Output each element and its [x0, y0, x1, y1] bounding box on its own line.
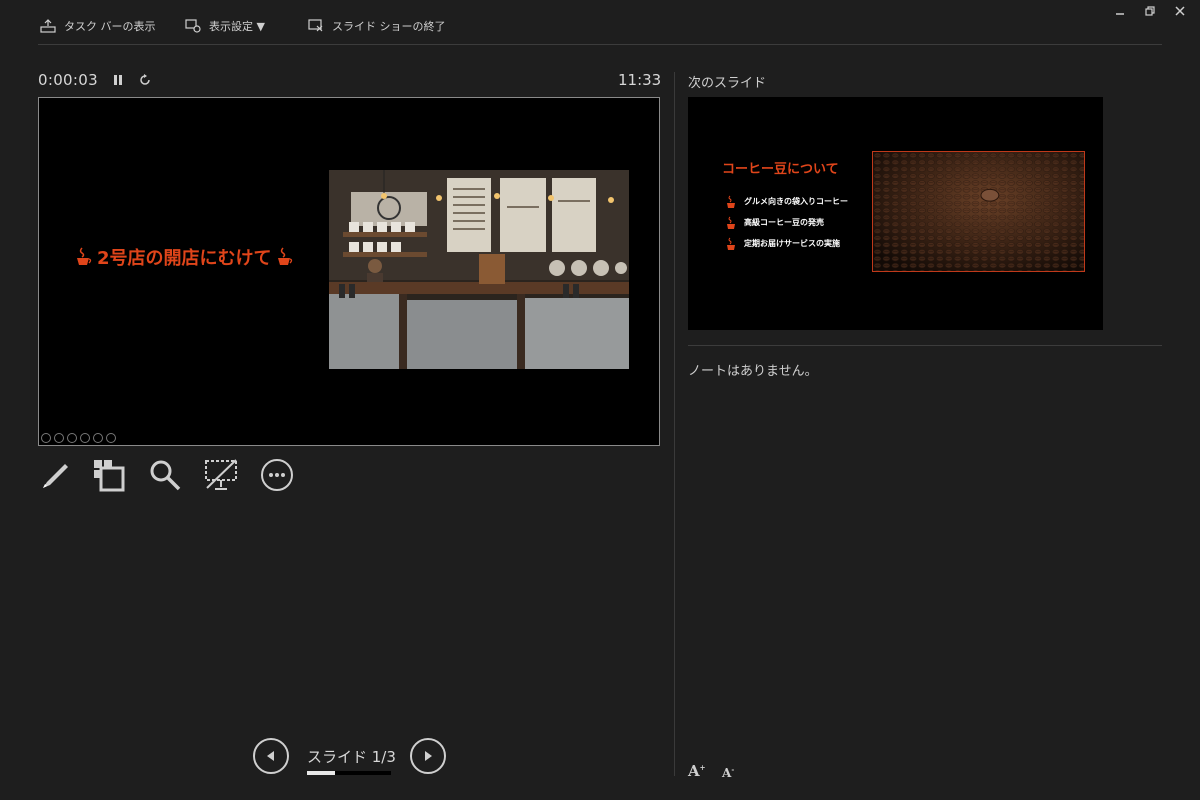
previous-slide-button[interactable]: [253, 738, 289, 774]
show-taskbar-button[interactable]: タスク バーの表示: [40, 14, 156, 38]
current-slide-title-row: 2号店の開店にむけて: [75, 244, 311, 270]
mini-pen-icon[interactable]: [67, 433, 77, 443]
pen-icon[interactable]: [38, 458, 72, 492]
slide-counter[interactable]: スライド 1/3: [307, 746, 396, 767]
pause-icon[interactable]: [111, 72, 125, 88]
cafe-interior-photo: [329, 170, 629, 369]
display-settings-label: 表示設定 ▼: [209, 20, 265, 33]
slide-progress-bar: [307, 771, 391, 775]
more-icon[interactable]: [260, 458, 294, 492]
next-slide-title: コーヒー豆について: [722, 162, 839, 177]
coffee-beans-photo: [872, 151, 1085, 272]
mini-slide-controls[interactable]: [41, 433, 116, 443]
decrease-font-icon[interactable]: A-: [722, 765, 734, 780]
taskbar-icon: [40, 19, 56, 33]
coffee-cup-icon: [77, 247, 92, 265]
end-slideshow-button[interactable]: スライド ショーの終了: [308, 14, 446, 38]
triangle-left-icon: [267, 751, 274, 761]
mini-prev-icon[interactable]: [41, 433, 51, 443]
list-item: 定期お届けサービスの実施: [726, 233, 848, 254]
next-slide-button[interactable]: [410, 738, 446, 774]
speaker-notes[interactable]: ノートはありません。: [688, 360, 818, 379]
list-item: 高級コーヒー豆の発売: [726, 212, 848, 233]
current-slide-title: 2号店の開店にむけて: [97, 248, 272, 269]
close-icon[interactable]: [1171, 4, 1189, 18]
minimize-icon[interactable]: [1111, 4, 1129, 18]
mini-more-icon[interactable]: [106, 433, 116, 443]
restart-timer-icon[interactable]: [138, 72, 152, 88]
next-slide-bullets: グルメ向きの袋入りコーヒー 高級コーヒー豆の発売 定期お届けサービスの実施: [726, 191, 848, 254]
slide-progress-fill: [307, 771, 335, 775]
restore-icon[interactable]: [1141, 4, 1159, 18]
next-slide-preview[interactable]: コーヒー豆について グルメ向きの袋入りコーヒー 高級コーヒー豆の発売 定期お届け…: [688, 97, 1103, 330]
end-slideshow-icon: [308, 19, 323, 32]
end-slideshow-label: スライド ショーの終了: [332, 20, 446, 33]
current-slide[interactable]: 2号店の開店にむけて: [38, 97, 660, 446]
display-settings-button[interactable]: 表示設定 ▼: [185, 14, 265, 38]
slides-grid-icon[interactable]: [92, 458, 126, 492]
mini-zoom-icon[interactable]: [93, 433, 103, 443]
bullet-text: 定期お届けサービスの実施: [744, 239, 840, 248]
zoom-icon[interactable]: [148, 458, 182, 492]
coffee-cup-icon: [277, 247, 292, 265]
toolbar-divider: [38, 44, 1162, 45]
increase-font-icon[interactable]: A+: [688, 762, 706, 780]
pane-divider[interactable]: [674, 72, 675, 776]
bullet-text: グルメ向きの袋入りコーヒー: [744, 197, 848, 206]
black-screen-icon[interactable]: [204, 458, 238, 492]
coffee-cup-icon: [727, 216, 735, 229]
show-taskbar-label: タスク バーの表示: [64, 20, 156, 33]
bullet-text: 高級コーヒー豆の発売: [744, 218, 824, 227]
mini-slides-icon[interactable]: [80, 433, 90, 443]
mini-next-icon[interactable]: [54, 433, 64, 443]
elapsed-timer: 0:00:03: [38, 71, 98, 89]
display-settings-icon: [185, 19, 201, 33]
clock: 11:33: [618, 71, 662, 89]
next-slide-label: 次のスライド: [688, 76, 767, 91]
coffee-cup-icon: [727, 237, 735, 250]
coffee-cup-icon: [727, 195, 735, 208]
triangle-right-icon: [425, 751, 432, 761]
list-item: グルメ向きの袋入りコーヒー: [726, 191, 848, 212]
notes-divider: [688, 345, 1162, 346]
